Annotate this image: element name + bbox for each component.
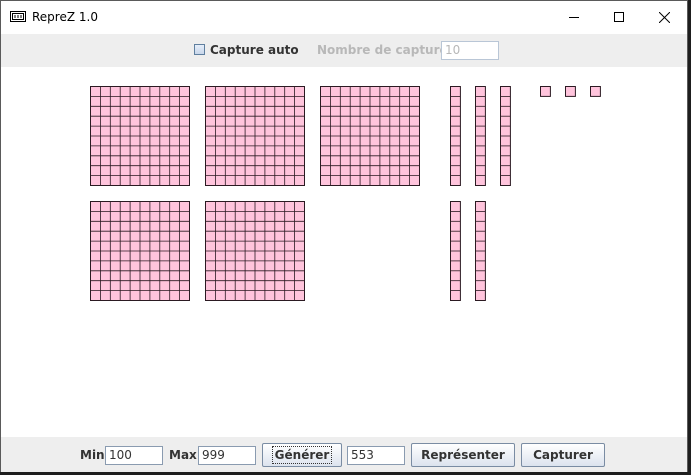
hundred-block [90, 86, 190, 186]
max-field[interactable]: 999 [198, 446, 256, 465]
ten-rod [475, 201, 486, 301]
max-label: Max [169, 448, 197, 462]
nombre-captures-field: 10 [441, 41, 499, 60]
representation-canvas [1, 67, 687, 437]
represent-button[interactable]: Représenter [411, 443, 515, 467]
capture-auto-label[interactable]: Capture auto [210, 43, 299, 57]
title-bar[interactable]: RepreZ 1.0 [1, 1, 687, 33]
unit-cube [590, 86, 601, 97]
generate-button[interactable]: Générer [262, 443, 342, 467]
options-bar: Capture auto Nombre de captures 10 [1, 34, 687, 67]
ten-rod [475, 86, 486, 186]
represent-button-label: Représenter [421, 448, 505, 462]
capture-auto-checkbox[interactable] [194, 44, 205, 55]
capture-button[interactable]: Capturer [521, 443, 605, 467]
minimize-button[interactable] [551, 1, 597, 33]
min-field[interactable]: 100 [105, 446, 163, 465]
generate-button-label: Générer [271, 446, 333, 464]
ten-rod [500, 86, 511, 186]
unit-cube [565, 86, 576, 97]
nombre-captures-label: Nombre de captures [317, 43, 455, 57]
close-button[interactable] [641, 1, 687, 33]
hundred-block [205, 201, 305, 301]
app-window: RepreZ 1.0 Capture auto Nombre de captur… [0, 0, 688, 472]
maximize-icon [614, 12, 624, 22]
capture-button-label: Capturer [533, 448, 593, 462]
close-icon [658, 11, 670, 23]
ten-rod [450, 201, 461, 301]
window-title: RepreZ 1.0 [32, 10, 98, 24]
hundred-block [320, 86, 420, 186]
maximize-button[interactable] [596, 1, 642, 33]
number-field[interactable]: 553 [347, 446, 405, 465]
min-label: Min [80, 448, 105, 462]
app-icon [10, 11, 26, 22]
hundred-block [205, 86, 305, 186]
unit-cube [540, 86, 551, 97]
base-ten-blocks [90, 86, 601, 301]
hundred-block [90, 201, 190, 301]
minimize-icon [569, 17, 579, 18]
ten-rod [450, 86, 461, 186]
controls-bar: Min 100 Max 999 Générer 553 Représenter … [1, 437, 687, 472]
